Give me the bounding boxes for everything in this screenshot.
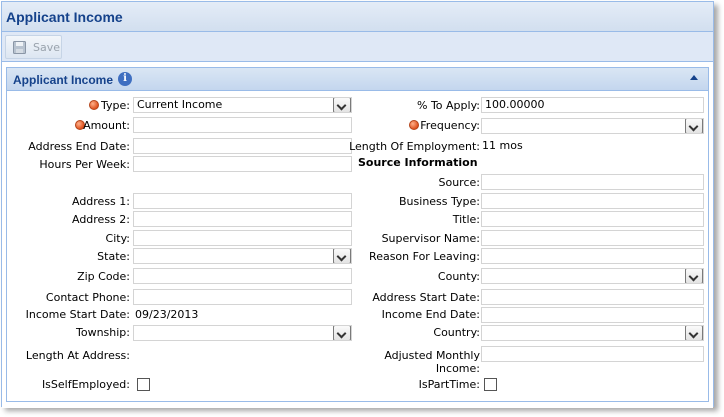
is-self-employed-label: IsSelfEmployed: bbox=[41, 378, 130, 391]
supervisor-name-label: Supervisor Name: bbox=[381, 232, 480, 245]
hours-per-week-input[interactable] bbox=[133, 156, 352, 172]
county-select[interactable] bbox=[481, 268, 704, 284]
adjusted-monthly-income-input[interactable] bbox=[481, 346, 704, 362]
source-information-heading: Source Information bbox=[358, 156, 478, 169]
contact-phone-input[interactable] bbox=[133, 289, 352, 305]
address-end-date-input[interactable] bbox=[133, 138, 352, 154]
county-label: County: bbox=[437, 270, 480, 283]
contact-phone-label: Contact Phone: bbox=[45, 291, 130, 304]
zip-code-label: Zip Code: bbox=[77, 270, 130, 283]
chevron-down-icon[interactable] bbox=[685, 326, 703, 340]
chevron-down-icon[interactable] bbox=[333, 326, 351, 340]
source-input[interactable] bbox=[481, 174, 704, 190]
income-start-date-input[interactable]: 09/23/2013 bbox=[133, 307, 352, 323]
reason-for-leaving-label: Reason For Leaving: bbox=[369, 250, 480, 263]
percent-to-apply-label: % To Apply: bbox=[417, 99, 480, 112]
business-type-input[interactable] bbox=[481, 193, 704, 209]
window-title-bar: Applicant Income bbox=[2, 2, 713, 32]
business-type-label: Business Type: bbox=[399, 195, 480, 208]
income-end-date-label: Income End Date: bbox=[381, 308, 480, 321]
frequency-select[interactable] bbox=[481, 118, 704, 134]
save-button-label: Save bbox=[33, 41, 61, 54]
address2-input[interactable] bbox=[133, 211, 352, 227]
type-select[interactable]: Current Income bbox=[133, 97, 352, 113]
frequency-label: Frequency: bbox=[420, 119, 480, 132]
window-title: Applicant Income bbox=[6, 9, 123, 25]
address-end-date-label: Address End Date: bbox=[28, 140, 130, 153]
country-label: Country: bbox=[433, 326, 480, 339]
save-button[interactable]: Save bbox=[5, 35, 62, 59]
is-part-time-checkbox[interactable] bbox=[484, 378, 497, 391]
info-icon[interactable]: i bbox=[118, 72, 132, 86]
chevron-down-icon[interactable] bbox=[333, 98, 351, 112]
required-dot-icon bbox=[409, 120, 419, 130]
adjusted-monthly-income-label-line1: Adjusted Monthly bbox=[384, 349, 480, 362]
length-of-employment-value: 11 mos bbox=[482, 139, 523, 152]
address-start-date-input[interactable] bbox=[481, 289, 704, 305]
supervisor-name-input[interactable] bbox=[481, 230, 704, 246]
title-input[interactable] bbox=[481, 211, 704, 227]
length-of-employment-label: Length Of Employment: bbox=[349, 140, 480, 153]
income-end-date-input[interactable] bbox=[481, 307, 704, 323]
applicant-income-window: Applicant Income Save Applicant Income i… bbox=[1, 1, 714, 408]
address1-label: Address 1: bbox=[71, 195, 130, 208]
address1-input[interactable] bbox=[133, 193, 352, 209]
township-select[interactable] bbox=[133, 325, 352, 341]
state-select[interactable] bbox=[133, 248, 352, 264]
percent-to-apply-input[interactable]: 100.00000 bbox=[481, 97, 704, 113]
township-label: Township: bbox=[76, 326, 130, 339]
reason-for-leaving-input[interactable] bbox=[481, 248, 704, 264]
city-label: City: bbox=[105, 232, 130, 245]
source-label: Source: bbox=[438, 176, 481, 189]
applicant-income-panel: Applicant Income i Type: Current Income … bbox=[6, 67, 709, 402]
is-self-employed-checkbox[interactable] bbox=[137, 378, 150, 391]
income-start-date-label: Income Start Date: bbox=[25, 308, 130, 321]
city-input[interactable] bbox=[133, 230, 352, 246]
type-select-value: Current Income bbox=[137, 98, 223, 111]
chevron-down-icon[interactable] bbox=[685, 119, 703, 133]
required-dot-icon bbox=[89, 100, 99, 110]
length-at-address-label: Length At Address: bbox=[25, 349, 130, 362]
amount-input[interactable] bbox=[133, 117, 352, 133]
type-label: Type: bbox=[101, 99, 130, 112]
chevron-down-icon[interactable] bbox=[333, 249, 351, 263]
address-start-date-label: Address Start Date: bbox=[372, 291, 480, 304]
state-label: State: bbox=[97, 250, 130, 263]
toolbar: Save bbox=[2, 32, 713, 62]
address2-label: Address 2: bbox=[71, 213, 130, 226]
zip-code-input[interactable] bbox=[133, 268, 352, 284]
amount-label: Amount: bbox=[83, 119, 130, 132]
country-select[interactable] bbox=[481, 325, 704, 341]
hours-per-week-label: Hours Per Week: bbox=[39, 158, 130, 171]
panel-title: Applicant Income bbox=[13, 73, 114, 87]
chevron-down-icon[interactable] bbox=[685, 269, 703, 283]
collapse-icon[interactable] bbox=[690, 75, 698, 80]
floppy-disk-icon bbox=[13, 41, 26, 54]
adjusted-monthly-income-label-line2: Income: bbox=[435, 362, 480, 375]
is-part-time-label: IsPartTime: bbox=[418, 378, 480, 391]
panel-header: Applicant Income i bbox=[7, 68, 708, 91]
title-label: Title: bbox=[452, 213, 480, 226]
content-area: Applicant Income i Type: Current Income … bbox=[2, 62, 713, 408]
